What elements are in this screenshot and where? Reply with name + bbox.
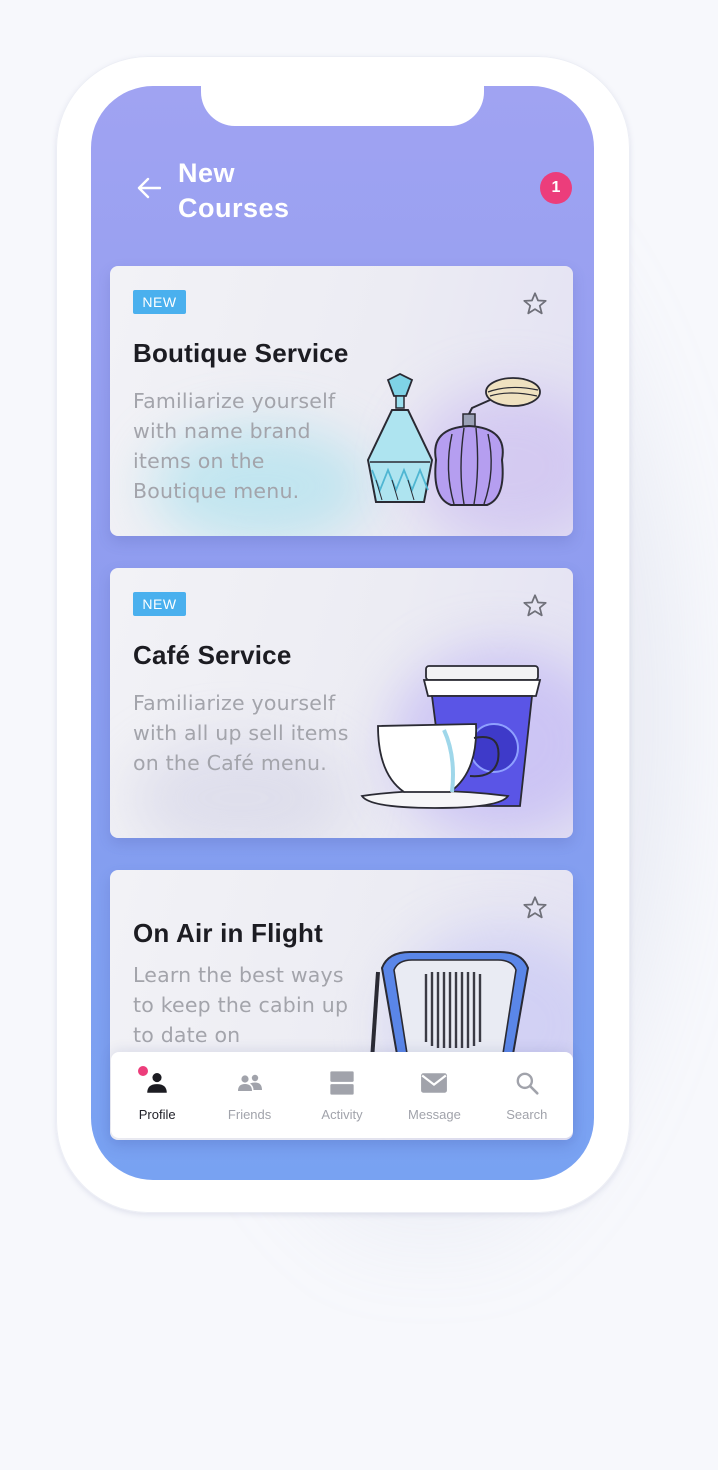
tab-message[interactable]: Message [388,1052,480,1138]
tab-label: Message [408,1107,461,1122]
perfume-bottles-illustration [366,372,541,506]
new-badge: NEW [133,592,186,616]
back-button[interactable] [135,174,163,202]
notification-dot [138,1066,148,1076]
course-description: Learn the best ways to keep the cabin up… [133,963,349,1047]
course-description: Familiarize yourself with all up sell it… [133,691,349,775]
course-description: Familiarize yourself with name brand ite… [133,389,336,503]
notification-badge[interactable]: 1 [540,172,572,204]
course-card-cafe[interactable]: NEW Café Service Familiarize yourself wi… [110,568,573,838]
bottom-tab-bar: Profile Friends Activity Message Search [111,1052,573,1138]
message-icon [420,1069,448,1097]
tab-profile[interactable]: Profile [111,1052,203,1138]
course-title: Boutique Service [133,338,349,368]
tab-label: Friends [227,1107,272,1122]
star-icon [523,292,547,315]
back-arrow-icon [137,177,161,199]
tab-label: Search [506,1107,548,1122]
course-title: On Air in Flight [133,918,323,948]
favorite-star-button[interactable] [521,592,549,620]
tab-friends[interactable]: Friends [203,1052,295,1138]
radio-device-illustration [370,951,530,1060]
page-title: New Courses [178,158,290,223]
star-icon [523,896,547,919]
app-screen: New Courses 1 NEW Boutique Service Famil… [91,86,594,1180]
favorite-star-button[interactable] [521,290,549,318]
tab-label: Profile [138,1107,176,1122]
course-card-boutique[interactable]: NEW Boutique Service Familiarize yoursel… [110,266,573,536]
tab-activity[interactable]: Activity [296,1052,388,1138]
header: New Courses 1 [91,86,594,246]
course-title: Café Service [133,640,292,670]
tab-label: Activity [321,1107,363,1122]
star-icon [523,594,547,617]
tab-search[interactable]: Search [481,1052,573,1138]
friends-icon [236,1069,264,1097]
activity-icon [328,1069,356,1097]
coffee-cups-illustration [360,665,542,809]
favorite-star-button[interactable] [521,894,549,922]
new-badge: NEW [133,290,186,314]
search-icon [513,1069,541,1097]
